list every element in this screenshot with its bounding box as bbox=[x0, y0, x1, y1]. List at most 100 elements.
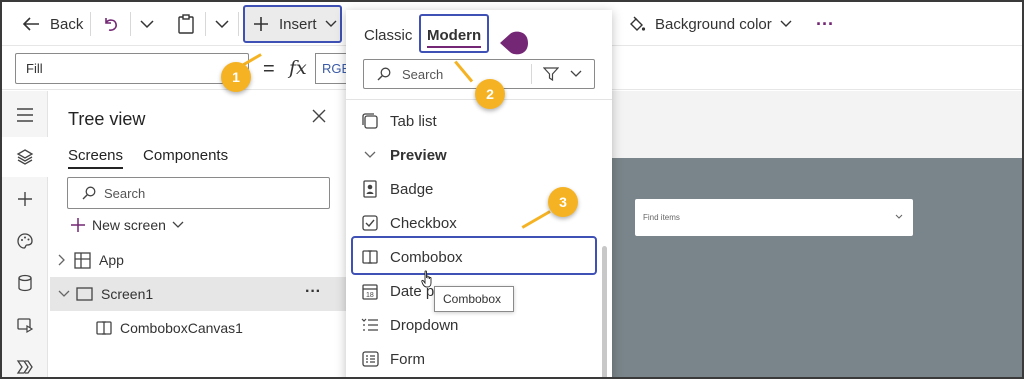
tree-tabs: Screens Components bbox=[68, 147, 228, 169]
tab-components[interactable]: Components bbox=[143, 147, 228, 169]
left-rail bbox=[2, 91, 48, 377]
chevron-down-icon bbox=[172, 221, 184, 228]
more-options-icon[interactable]: ··· bbox=[305, 283, 321, 301]
hamburger-menu-button[interactable] bbox=[2, 95, 48, 135]
menu-item-label: Checkbox bbox=[390, 214, 457, 232]
clipboard-icon bbox=[178, 14, 194, 34]
tab-screens[interactable]: Screens bbox=[68, 147, 124, 169]
scrollbar[interactable] bbox=[602, 246, 607, 377]
tree-node-app[interactable]: App bbox=[50, 243, 346, 277]
menu-item-checkbox[interactable]: Checkbox bbox=[360, 206, 457, 240]
search-icon bbox=[82, 186, 96, 200]
filter-icon bbox=[543, 67, 559, 81]
tree-node-label: ComboboxCanvas1 bbox=[120, 320, 243, 336]
menu-item-label: Form bbox=[390, 350, 425, 368]
tree-node-label: Screen1 bbox=[101, 286, 154, 302]
plus-icon bbox=[18, 192, 32, 206]
tooltip: Combobox bbox=[434, 286, 514, 312]
fx-icon: fx bbox=[289, 57, 307, 79]
close-button[interactable] bbox=[312, 109, 326, 128]
chevron-down-icon bbox=[58, 290, 70, 297]
combobox-icon bbox=[96, 321, 112, 335]
back-label: Back bbox=[50, 15, 84, 33]
new-screen-label: New screen bbox=[92, 217, 166, 233]
tree-node-comboboxcanvas1[interactable]: ComboboxCanvas1 bbox=[50, 311, 346, 345]
svg-text:18: 18 bbox=[366, 292, 374, 299]
divider bbox=[238, 12, 239, 36]
chevron-down-icon bbox=[570, 70, 582, 77]
screen-icon bbox=[76, 287, 93, 301]
search-icon bbox=[377, 67, 391, 81]
app-icon bbox=[74, 251, 91, 269]
chevron-down-icon bbox=[364, 151, 376, 158]
calendar-icon: 18 bbox=[362, 283, 378, 300]
insert-nav[interactable] bbox=[2, 179, 48, 219]
tree-search-input[interactable]: Search bbox=[67, 177, 330, 209]
plus-icon bbox=[71, 218, 85, 232]
search-placeholder: Search bbox=[402, 67, 444, 82]
menu-item-tab-list[interactable]: Tab list bbox=[360, 104, 437, 138]
app-frame: Back Insert Background color ··· Fill = … bbox=[0, 0, 1024, 379]
plus-icon bbox=[254, 17, 268, 31]
insert-label: Insert bbox=[279, 15, 317, 33]
menu-item-badge[interactable]: Badge bbox=[360, 172, 433, 206]
tree-node-screen1[interactable]: Screen1 ··· bbox=[50, 277, 346, 311]
back-arrow-icon bbox=[22, 17, 39, 31]
divider bbox=[90, 12, 91, 36]
menu-item-form[interactable]: Form bbox=[360, 342, 425, 376]
canvas-combobox[interactable]: Find items bbox=[635, 199, 913, 236]
dropdown-icon bbox=[361, 318, 378, 331]
menu-item-dropdown[interactable]: Dropdown bbox=[360, 308, 458, 342]
layers-icon bbox=[16, 149, 34, 165]
section-preview[interactable]: Preview bbox=[360, 138, 447, 172]
menu-item-label: Badge bbox=[390, 180, 434, 198]
checkbox-icon bbox=[362, 215, 378, 231]
close-icon bbox=[312, 109, 326, 123]
tree-node-label: App bbox=[99, 252, 124, 268]
media-icon bbox=[17, 318, 34, 334]
data-nav[interactable] bbox=[2, 263, 48, 303]
theme-nav[interactable] bbox=[2, 221, 48, 261]
menu-item-label: Tab list bbox=[390, 112, 437, 130]
purple-drop-marker bbox=[500, 31, 528, 55]
badge-icon bbox=[363, 180, 377, 198]
undo-menu-button[interactable] bbox=[140, 2, 154, 46]
chevron-down-icon bbox=[215, 20, 229, 29]
undo-button[interactable] bbox=[102, 2, 120, 46]
section-label: Preview bbox=[390, 146, 447, 164]
back-button[interactable]: Back bbox=[22, 2, 83, 46]
divider bbox=[205, 12, 206, 36]
tree-view-nav[interactable] bbox=[2, 137, 48, 177]
equals-sign: = bbox=[263, 58, 275, 80]
paint-bucket-icon bbox=[630, 16, 646, 31]
paste-button[interactable] bbox=[177, 2, 195, 46]
combobox-placeholder: Find items bbox=[643, 213, 680, 222]
new-screen-button[interactable]: New screen bbox=[70, 217, 184, 233]
property-dropdown[interactable]: Fill bbox=[15, 53, 249, 84]
background-color-label: Background color bbox=[655, 15, 772, 33]
modern-tab-highlight bbox=[419, 14, 489, 53]
chevron-down-icon bbox=[780, 20, 792, 27]
combobox-highlight bbox=[351, 236, 597, 275]
tree-view-panel: Tree view Screens Components Search New … bbox=[50, 91, 346, 377]
palette-icon bbox=[17, 233, 33, 249]
chevron-right-icon bbox=[58, 254, 65, 266]
tab-classic[interactable]: Classic bbox=[364, 27, 412, 44]
background-color-button[interactable]: Background color bbox=[628, 2, 792, 46]
divider bbox=[531, 64, 532, 84]
media-nav[interactable] bbox=[2, 305, 48, 345]
paste-menu-button[interactable] bbox=[215, 2, 229, 46]
chevron-down-icon bbox=[895, 214, 903, 219]
tree-view-title: Tree view bbox=[68, 109, 146, 129]
hamburger-icon bbox=[17, 108, 33, 122]
hand-cursor-icon bbox=[421, 270, 432, 288]
chevron-down-icon bbox=[140, 20, 154, 29]
power-automate-icon bbox=[16, 360, 33, 374]
insert-button[interactable]: Insert bbox=[243, 5, 342, 43]
more-options-icon[interactable]: ··· bbox=[816, 2, 834, 46]
menu-item-label: Dropdown bbox=[390, 316, 459, 334]
divider bbox=[130, 12, 131, 36]
power-automate-nav[interactable] bbox=[2, 347, 48, 377]
search-placeholder: Search bbox=[104, 185, 146, 201]
tab-list-icon bbox=[362, 113, 378, 129]
